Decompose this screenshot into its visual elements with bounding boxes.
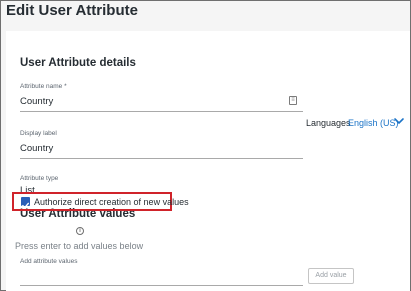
checkmark-icon [22,202,29,209]
page-title: Edit User Attribute [6,2,138,19]
authorize-checkbox[interactable] [21,197,30,209]
add-values-input[interactable]: Press enter to add values below [15,241,143,251]
add-values-label: Add attribute values [20,258,78,265]
attribute-type-label: Attribute type [20,175,59,182]
details-section-title: User Attribute details [20,57,136,69]
display-label-underline [20,158,303,159]
chevron-down-icon[interactable] [393,115,405,127]
field-menu-icon[interactable]: ≡ [289,96,297,105]
languages-label: Languages [306,118,351,128]
window-frame: Edit User Attribute User Attribute detai… [0,0,411,291]
add-values-underline [20,285,303,286]
info-icon[interactable]: i [76,227,84,235]
display-label-label: Display label [20,130,57,137]
attribute-name-input[interactable]: Country [20,96,53,107]
attribute-name-label: Attribute name * [20,83,67,90]
language-selector[interactable]: English (US) [348,118,399,128]
attribute-name-underline [20,111,303,112]
display-label-input[interactable]: Country [20,143,53,154]
authorize-checkbox-label[interactable]: Authorize direct creation of new values [34,197,189,207]
attribute-form-card: User Attribute details Attribute name * … [6,31,410,291]
add-value-button[interactable]: Add value [308,268,354,284]
